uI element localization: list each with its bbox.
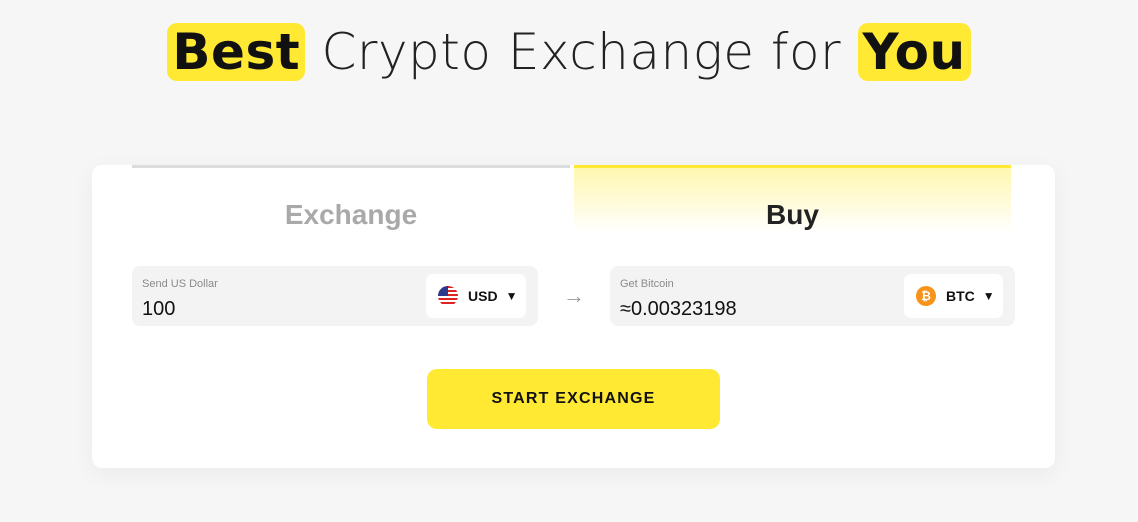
- send-currency-selector[interactable]: USD ▼: [426, 274, 526, 318]
- send-currency-code: USD: [468, 288, 498, 304]
- get-currency-selector[interactable]: ₿ BTC ▼: [904, 274, 1003, 318]
- arrow-right-icon: →: [563, 283, 585, 308]
- headline-highlight-you: You: [857, 23, 971, 81]
- get-currency-code: BTC: [946, 288, 975, 304]
- chevron-down-icon: ▼: [982, 289, 995, 303]
- start-exchange-button[interactable]: START EXCHANGE: [427, 369, 720, 429]
- page-headline: Best Crypto Exchange for You: [0, 22, 1138, 82]
- us-flag-icon: [438, 286, 458, 306]
- tab-exchange[interactable]: Exchange: [132, 165, 570, 233]
- headline-text: Crypto Exchange for: [305, 23, 858, 81]
- exchange-card: Exchange Buy Send US Dollar 100 USD ▼ → …: [92, 165, 1055, 468]
- tab-buy[interactable]: Buy: [574, 165, 1011, 233]
- bitcoin-icon: ₿: [916, 286, 936, 306]
- send-amount-field[interactable]: Send US Dollar 100 USD ▼: [132, 266, 538, 326]
- headline-highlight-best: Best: [167, 23, 306, 81]
- get-amount-value: ≈0.00323198: [620, 298, 737, 320]
- chevron-down-icon: ▼: [505, 289, 518, 303]
- send-field-label: Send US Dollar: [142, 278, 218, 290]
- send-amount-input[interactable]: 100: [142, 298, 175, 321]
- get-field-label: Get Bitcoin: [620, 278, 674, 290]
- get-amount-field: Get Bitcoin ≈0.00323198 ₿ BTC ▼: [610, 266, 1015, 326]
